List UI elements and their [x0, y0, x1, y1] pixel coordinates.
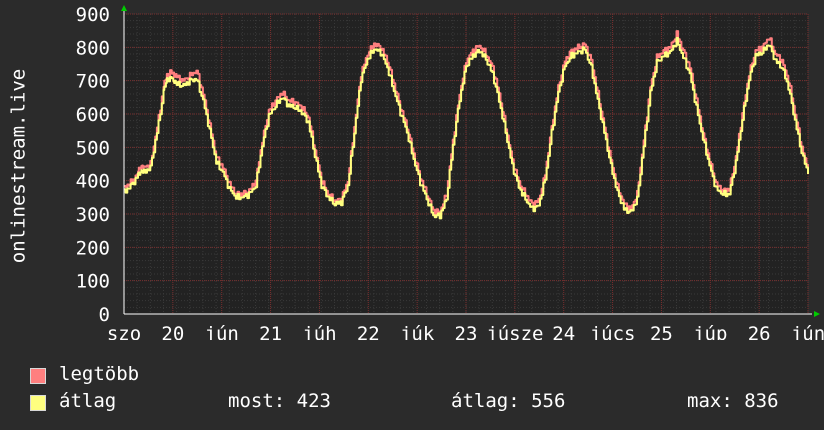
legend-row-1: legtöbb — [30, 363, 820, 389]
x-tick-label: 23 — [455, 323, 478, 340]
legend-row-2: átlag most: 423 átlag: 556 max: 836 — [30, 390, 820, 416]
x-tick-label: 25 — [650, 323, 673, 340]
x-tick-label: júcs — [590, 323, 636, 340]
y-tick-label: 800 — [76, 37, 110, 59]
stat-current: most: 423 — [228, 390, 331, 412]
y-axis-arrow-icon — [121, 5, 127, 11]
x-tick-label: júsze — [486, 323, 543, 340]
legend-label-max: legtöbb — [59, 363, 140, 385]
legend-swatch-max — [30, 368, 46, 384]
x-tick-label: júk — [400, 323, 435, 340]
x-tick-label: 22 — [357, 323, 380, 340]
y-tick-label: 500 — [76, 137, 110, 159]
chart: onlinestream.live 0100200300400500600700… — [8, 4, 824, 340]
y-tick-label: 700 — [76, 71, 110, 93]
x-tick-label: jún — [205, 323, 239, 340]
x-tick-label: 26 — [748, 323, 771, 340]
x-axis-arrow-icon — [814, 311, 820, 317]
x-tick-label: szo — [107, 323, 141, 340]
x-tick-label: júh — [302, 323, 336, 340]
y-tick-label: 100 — [76, 271, 110, 293]
x-tick-label: 20 — [161, 323, 184, 340]
y-axis-label: onlinestream.live — [8, 69, 30, 263]
legend-label-avg: átlag — [59, 390, 117, 412]
y-tick-label: 600 — [76, 104, 110, 126]
y-tick-label: 300 — [76, 204, 110, 226]
x-tick-label: júp — [693, 323, 727, 340]
x-tick-label: 21 — [259, 323, 282, 340]
stat-average: átlag: 556 — [451, 390, 566, 412]
x-ticks: szo 20 jún 21 júh 22 júk 23 júsze 24 júcs 25 júp 26 jú… — [107, 323, 824, 340]
y-ticks: 0100200300400500600700800900 — [76, 4, 110, 326]
y-tick-label: 400 — [76, 171, 110, 193]
x-tick-label: jún — [791, 323, 824, 340]
y-tick-label: 200 — [76, 237, 110, 259]
legend-swatch-avg — [30, 395, 46, 411]
stat-max: max: 836 — [687, 390, 779, 412]
y-tick-label: 900 — [76, 4, 110, 26]
x-tick-label: 24 — [552, 323, 575, 340]
